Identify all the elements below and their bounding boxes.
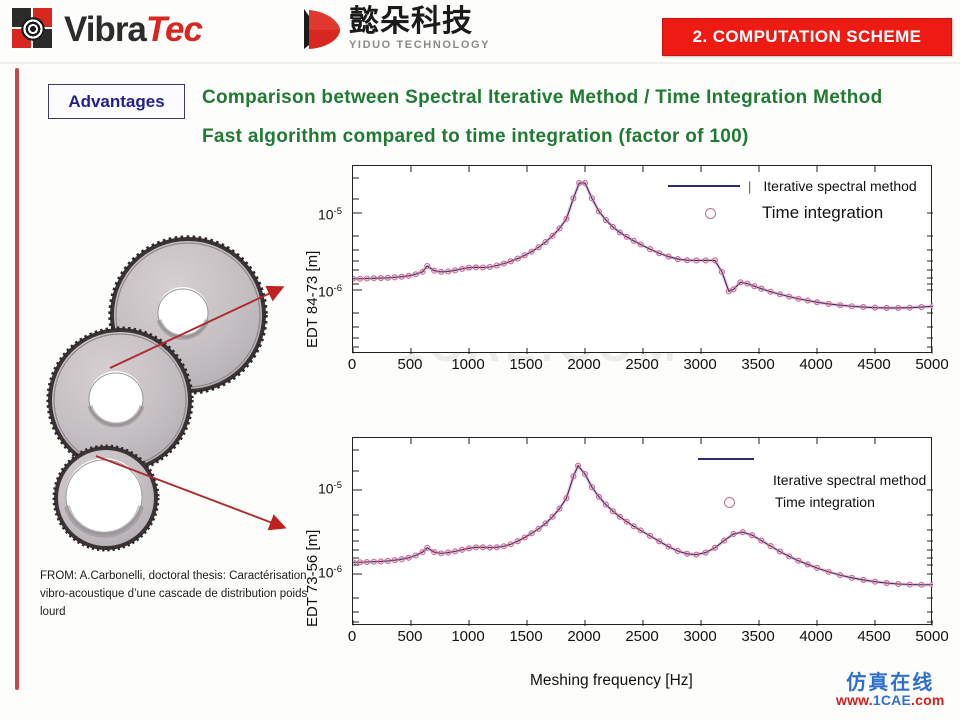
chart-top-legend-item-spectral: | Iterative spectral method <box>668 178 917 194</box>
left-accent-bar <box>15 68 19 690</box>
gear-ring <box>52 444 160 552</box>
chart-bottom-legend-label-time: Time integration <box>775 494 875 510</box>
legend-circle-marker <box>705 207 716 219</box>
page-title-line-1: Comparison between Spectral Iterative Me… <box>202 87 883 108</box>
chart-bottom-xtick-3000: 3000 <box>683 628 717 645</box>
chart-top-ytick-1e-6: 10-6 <box>317 283 342 300</box>
chart-edt-84-73: EDT 84-73 [m] 10-5 10-6 0 500 1000 1500 … <box>290 160 950 390</box>
chart-top-xtick-5000: 5000 <box>915 356 949 373</box>
chart-bottom-xtick-4500: 4500 <box>857 628 891 645</box>
chart-bottom-ytick-1e-6: 10-6 <box>317 564 342 581</box>
site-watermark: 仿真在线 www.1CAE.com <box>836 672 944 708</box>
chart-top-xtick-4500: 4500 <box>857 356 891 373</box>
chart-top-legend-item-time: Time integration <box>705 203 883 223</box>
source-citation: FROM: A.Carbonelli, doctoral thesis: Car… <box>40 570 308 618</box>
advantages-badge: Advantages <box>48 84 185 119</box>
gear-train-illustration <box>28 225 288 570</box>
chart-bottom-xtick-2500: 2500 <box>625 628 659 645</box>
yiduo-name-cn: 懿朵科技 <box>349 4 473 39</box>
page-title-line-2: Fast algorithm compared to time integrat… <box>202 126 749 147</box>
chart-bottom-legend-item-time: Time integration <box>724 494 875 510</box>
yiduo-wordmark: 懿朵科技 YIDUO TECHNOLOGY <box>349 7 490 51</box>
shared-x-axis-label: Meshing frequency [Hz] <box>530 672 693 689</box>
yiduo-name-en: YIDUO TECHNOLOGY <box>349 39 491 51</box>
vibratec-name-main: Vibra <box>64 9 147 49</box>
chart-top-legend-label-time: Time integration <box>762 203 884 222</box>
legend-separator: | <box>748 178 752 194</box>
chart-top-xtick-1500: 1500 <box>509 356 543 373</box>
chart-bottom-xtick-3500: 3500 <box>741 628 775 645</box>
watermark-url-suffix: .com <box>911 692 945 708</box>
vibratec-mark-icon <box>12 8 54 50</box>
advantages-badge-label: Advantages <box>68 91 165 111</box>
section-banner-label: 2. COMPUTATION SCHEME <box>692 27 922 46</box>
legend-line-swatch <box>698 458 754 460</box>
header-divider <box>0 62 960 64</box>
chart-bottom-xtick-500: 500 <box>397 628 423 645</box>
watermark-url-mid: 1CAE <box>872 692 911 708</box>
chart-bottom-legend-swatch-line <box>698 458 754 460</box>
chart-bottom-xtick-5000: 5000 <box>915 628 949 645</box>
chart-top-xtick-1000: 1000 <box>451 356 485 373</box>
chart-bottom-xtick-4000: 4000 <box>799 628 833 645</box>
chart-bottom-xtick-1000: 1000 <box>451 628 485 645</box>
chart-top-xtick-500: 500 <box>397 356 423 373</box>
legend-line-swatch <box>668 185 740 187</box>
yiduo-d-icon <box>300 6 342 52</box>
legend-circle-marker <box>724 496 735 508</box>
chart-bottom-xtick-1500: 1500 <box>509 628 543 645</box>
chart-top-xtick-3000: 3000 <box>683 356 717 373</box>
chart-top-xtick-0: 0 <box>347 356 357 373</box>
yiduo-logo: 懿朵科技 YIDUO TECHNOLOGY <box>300 6 490 52</box>
vibratec-name-accent: Tec <box>145 9 203 49</box>
slide-header: VibraTec 懿朵科技 YIDUO TECHNOLOGY 2. COMPUT… <box>0 0 960 68</box>
chart-top-ytick-1e-5: 10-5 <box>317 206 342 223</box>
chart-bottom-legend-item-spectral: Iterative spectral method <box>773 472 926 488</box>
chart-top-xtick-4000: 4000 <box>799 356 833 373</box>
vibratec-wordmark: VibraTec <box>64 9 203 49</box>
chart-top-xtick-3500: 3500 <box>741 356 775 373</box>
watermark-url-prefix: www. <box>836 692 873 708</box>
chart-edt-73-56: EDT 73-56 [m] 10-5 10-6 0 500 1000 1500 … <box>290 432 950 662</box>
chart-bottom-xtick-0: 0 <box>347 628 357 645</box>
chart-top-xtick-2000: 2000 <box>567 356 601 373</box>
site-watermark-url: www.1CAE.com <box>836 693 944 708</box>
slide-root: VibraTec 懿朵科技 YIDUO TECHNOLOGY 2. COMPUT… <box>0 0 960 720</box>
chart-bottom-legend-label-spectral: Iterative spectral method <box>773 472 927 488</box>
chart-bottom-xtick-2000: 2000 <box>567 628 601 645</box>
section-banner: 2. COMPUTATION SCHEME <box>662 18 952 56</box>
chart-top-legend-label-spectral: Iterative spectral method <box>763 178 917 194</box>
vibratec-logo: VibraTec <box>12 8 203 50</box>
chart-bottom-ytick-1e-5: 10-5 <box>317 480 342 497</box>
site-watermark-cn: 仿真在线 <box>846 670 935 694</box>
chart-top-series-group <box>353 179 933 311</box>
chart-bottom-plot-area <box>352 437 933 626</box>
chart-top-xtick-2500: 2500 <box>625 356 659 373</box>
